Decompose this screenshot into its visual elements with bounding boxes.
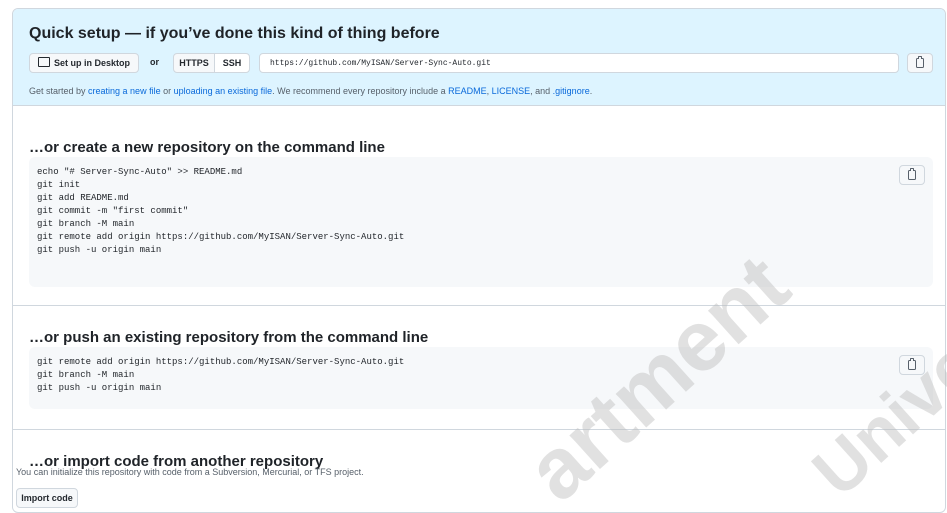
help-text-prefix: Get started by xyxy=(29,86,89,96)
help-text-end: . xyxy=(589,86,593,96)
creating-new-file-link[interactable]: creating a new file xyxy=(88,86,161,96)
setup-in-desktop-label: Set up in Desktop xyxy=(53,58,130,68)
new-repo-title: …or create a new repository on the comma… xyxy=(29,139,385,156)
copy-icon xyxy=(908,168,916,180)
readme-link[interactable]: README xyxy=(448,86,487,96)
help-text-middle: . We recommend every repository include … xyxy=(272,86,449,96)
copy-new-repo-commands-button[interactable] xyxy=(899,165,925,185)
get-started-text: Get started by creating a new file or up… xyxy=(29,86,592,96)
clone-url-input[interactable]: https://github.com/MyISAN/Server-Sync-Au… xyxy=(259,53,899,73)
import-description: You can initialize this repository with … xyxy=(16,467,364,477)
or-label: or xyxy=(150,57,159,67)
push-existing-commands[interactable]: git remote add origin https://github.com… xyxy=(29,347,933,404)
push-existing-code-block: git remote add origin https://github.com… xyxy=(29,347,933,409)
uploading-existing-file-link[interactable]: uploading an existing file xyxy=(174,86,273,96)
import-code-button[interactable]: Import code xyxy=(16,488,78,508)
gitignore-link[interactable]: .gitignore xyxy=(553,86,590,96)
quick-setup-section: Quick setup — if you’ve done this kind o… xyxy=(13,9,945,106)
help-text-and: , and xyxy=(530,86,553,96)
desktop-icon xyxy=(37,57,50,67)
repo-empty-setup-panel: Quick setup — if you’ve done this kind o… xyxy=(12,8,946,513)
ssh-toggle-button[interactable]: SSH xyxy=(214,53,250,73)
copy-icon xyxy=(908,358,916,370)
new-repo-commands[interactable]: echo "# Server-Sync-Auto" >> README.md g… xyxy=(29,157,933,266)
new-repo-section: …or create a new repository on the comma… xyxy=(13,105,945,306)
https-toggle-button[interactable]: HTTPS xyxy=(173,53,215,73)
help-text-or: or xyxy=(160,86,174,96)
clone-url-row: Set up in Desktop or HTTPS SSH https://g… xyxy=(29,53,933,75)
push-existing-title: …or push an existing repository from the… xyxy=(29,329,429,346)
setup-in-desktop-button[interactable]: Set up in Desktop xyxy=(29,53,139,73)
push-existing-section: …or push an existing repository from the… xyxy=(13,305,945,430)
copy-icon xyxy=(916,56,924,68)
new-repo-code-block: echo "# Server-Sync-Auto" >> README.md g… xyxy=(29,157,933,287)
quick-setup-title: Quick setup — if you’ve done this kind o… xyxy=(29,25,440,42)
license-link[interactable]: LICENSE xyxy=(492,86,531,96)
copy-push-commands-button[interactable] xyxy=(899,355,925,375)
copy-url-button[interactable] xyxy=(907,53,933,73)
